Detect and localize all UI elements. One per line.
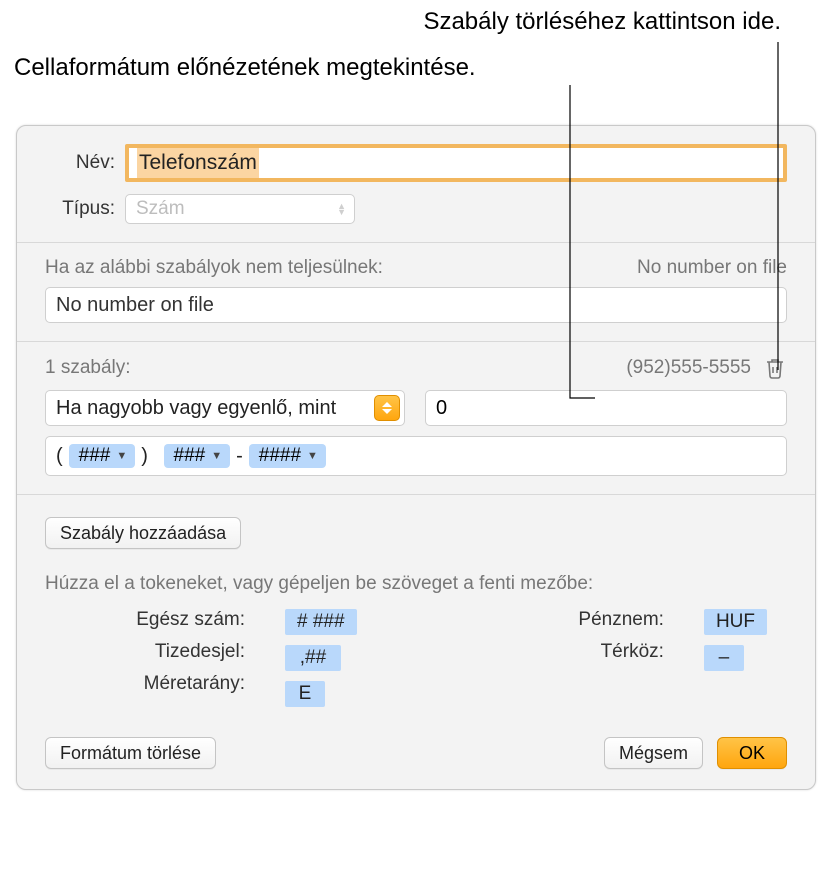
format-token-3[interactable]: #### ▼ bbox=[249, 444, 326, 468]
name-label: Név: bbox=[45, 152, 125, 174]
decimal-token-label: Tizedesjel: bbox=[155, 641, 245, 663]
type-select[interactable]: Szám ▲▼ bbox=[125, 194, 355, 224]
chevron-down-icon: ▼ bbox=[116, 450, 127, 462]
callout-preview: Cellaformátum előnézetének megtekintése. bbox=[14, 54, 476, 82]
type-row: Típus: Szám ▲▼ bbox=[45, 194, 787, 224]
trash-icon[interactable] bbox=[763, 356, 787, 380]
cancel-button[interactable]: Mégsem bbox=[604, 737, 703, 769]
format-pattern-input[interactable]: ( ### ▼ ) ### ▼ - #### ▼ bbox=[45, 436, 787, 476]
fallback-input[interactable] bbox=[45, 287, 787, 323]
type-select-value: Szám bbox=[136, 198, 185, 220]
custom-format-dialog: Név: Telefonszám Típus: Szám ▲▼ Ha az al… bbox=[16, 125, 816, 790]
stepper-arrows-icon bbox=[374, 395, 400, 421]
rule-count-label: 1 szabály: bbox=[45, 357, 131, 379]
name-row: Név: Telefonszám bbox=[45, 144, 787, 182]
fallback-preview: No number on file bbox=[637, 257, 787, 279]
fallback-label: Ha az alábbi szabályok nem teljesülnek: bbox=[45, 257, 383, 279]
condition-value-input[interactable] bbox=[425, 390, 787, 426]
condition-select-value: Ha nagyobb vagy egyenlő, mint bbox=[56, 397, 336, 420]
format-token-1[interactable]: ### ▼ bbox=[69, 444, 136, 468]
decimal-token[interactable]: ,## bbox=[285, 645, 341, 671]
ok-button[interactable]: OK bbox=[717, 737, 787, 769]
literal-open-paren: ( bbox=[54, 445, 65, 468]
integer-token[interactable]: # ### bbox=[285, 609, 357, 635]
name-input-value: Telefonszám bbox=[137, 148, 259, 178]
condition-select[interactable]: Ha nagyobb vagy egyenlő, mint bbox=[45, 390, 405, 426]
callouts: Szabály törléséhez kattintson ide. Cella… bbox=[0, 0, 833, 125]
rule-preview: (952)555-5555 bbox=[626, 357, 751, 379]
chevron-down-icon: ▼ bbox=[307, 450, 318, 462]
delete-format-button[interactable]: Formátum törlése bbox=[45, 737, 216, 769]
chevron-down-icon: ▼ bbox=[211, 450, 222, 462]
space-token[interactable]: – bbox=[704, 645, 744, 671]
add-rule-button[interactable]: Szabály hozzáadása bbox=[45, 517, 241, 549]
type-label: Típus: bbox=[45, 198, 125, 220]
currency-token-label: Pénznem: bbox=[578, 609, 664, 631]
stepper-icon: ▲▼ bbox=[337, 203, 346, 215]
format-token-2[interactable]: ### ▼ bbox=[164, 444, 231, 468]
currency-token[interactable]: HUF bbox=[704, 609, 767, 635]
space-token-label: Térköz: bbox=[601, 641, 664, 663]
literal-dash: - bbox=[234, 445, 245, 468]
literal-close-paren: ) bbox=[139, 445, 150, 468]
callout-delete-rule: Szabály törléséhez kattintson ide. bbox=[423, 8, 781, 36]
scale-token-label: Méretarány: bbox=[144, 673, 245, 695]
name-input[interactable]: Telefonszám bbox=[125, 144, 787, 182]
integer-token-label: Egész szám: bbox=[136, 609, 245, 631]
tokens-help-text: Húzza el a tokeneket, vagy gépeljen be s… bbox=[45, 573, 787, 595]
tokens-grid: Egész szám: Tizedesjel: Méretarány: # ##… bbox=[45, 609, 787, 707]
scale-token[interactable]: E bbox=[285, 681, 325, 707]
